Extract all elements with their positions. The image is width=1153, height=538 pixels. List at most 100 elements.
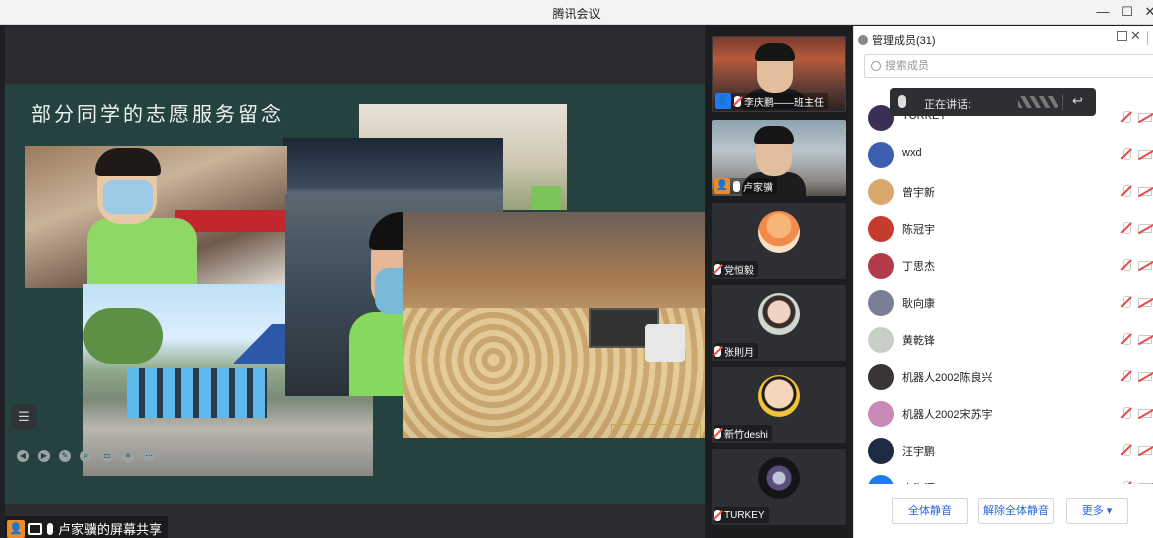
microphone-muted-icon[interactable] [1120, 222, 1132, 236]
microphone-muted-icon [714, 345, 721, 357]
video-tile[interactable]: 新竹deshi [712, 367, 846, 443]
maximize-button[interactable]: ☐ [1116, 2, 1138, 22]
member-search[interactable] [864, 54, 1153, 78]
zoom-icon[interactable]: ⌕ [80, 450, 92, 462]
avatar [868, 327, 894, 353]
video-tile[interactable]: 👤 李庆鹏——班主任 [712, 36, 846, 112]
screen-share-text: 卢家骥的屏幕共享 [58, 522, 163, 537]
microphone-icon [898, 95, 906, 108]
avatar [868, 216, 894, 242]
participant-name: 党恒毅 [724, 265, 754, 277]
microphone-muted-icon[interactable] [1120, 111, 1132, 125]
member-row[interactable]: 机器人2002宋苏宇 [854, 396, 1153, 432]
member-row[interactable]: 丁思杰 [854, 248, 1153, 284]
camera-off-icon[interactable] [1138, 113, 1152, 122]
camera-off-icon[interactable] [1138, 335, 1152, 344]
member-name: 黄乾锋 [902, 335, 935, 347]
video-tile[interactable]: 张則月 [712, 285, 846, 361]
slide-menu-icon[interactable]: ☰ [11, 404, 37, 430]
video-tile[interactable]: TURKEY [712, 449, 846, 525]
member-row[interactable]: 曾宇新 [854, 174, 1153, 210]
member-name: 陈冠宇 [902, 224, 935, 236]
avatar [758, 457, 800, 499]
camera-off-icon[interactable] [1138, 483, 1152, 484]
meeting-window: 腾讯会议 — ☐ ✕ 部分同学的志愿服务留念 ☰ ◀ ▶ ✎ ⌕ ▭ ≡ ⋯ 👤… [0, 0, 1153, 538]
video-tile-label: 党恒毅 [714, 261, 758, 277]
microphone-muted-icon[interactable] [1120, 407, 1132, 421]
popout-icon[interactable] [1117, 31, 1127, 41]
microphone-muted-icon[interactable] [1120, 444, 1132, 458]
prev-slide-icon[interactable]: ◀ [17, 450, 29, 462]
member-name: 耿向康 [902, 298, 935, 310]
microphone-icon [47, 522, 53, 535]
close-button[interactable]: ✕ [1139, 2, 1153, 22]
avatar [868, 401, 894, 427]
member-name: 机器人2002陈良兴 [902, 372, 993, 384]
video-tile-label: TURKEY [714, 507, 769, 523]
members-panel-footer: 全体静音 解除全体静音 更多 ▾ [854, 496, 1153, 526]
more-button[interactable]: 更多 ▾ [1066, 498, 1128, 524]
camera-off-icon[interactable] [1138, 298, 1152, 307]
microphone-muted-icon[interactable] [1120, 481, 1132, 484]
member-row[interactable]: 李海源 [854, 470, 1153, 484]
camera-off-icon[interactable] [1138, 446, 1152, 455]
microphone-muted-icon[interactable] [1120, 296, 1132, 310]
user-icon: 👤 [7, 519, 25, 538]
subtitle-icon[interactable]: ≡ [122, 450, 134, 462]
camera-icon[interactable]: ▭ [101, 450, 113, 462]
book-decoration-icon [611, 424, 701, 438]
video-tile[interactable]: 👤 卢家骥 [712, 120, 846, 196]
minimize-button[interactable]: — [1092, 2, 1114, 22]
participant-name: 张則月 [724, 347, 754, 359]
camera-off-icon[interactable] [1138, 409, 1152, 418]
members-panel-header: 管理成员(31) [854, 26, 1153, 50]
member-row[interactable]: 黄乾锋 [854, 322, 1153, 358]
microphone-muted-icon [714, 263, 721, 275]
avatar [758, 211, 800, 253]
pen-icon[interactable]: ✎ [59, 450, 71, 462]
video-tile[interactable]: 党恒毅 [712, 203, 846, 279]
camera-off-icon[interactable] [1138, 372, 1152, 381]
avatar [868, 364, 894, 390]
avatar [868, 142, 894, 168]
unmute-all-button[interactable]: 解除全体静音 [978, 498, 1054, 524]
member-row[interactable]: 汪宇鹏 [854, 433, 1153, 469]
avatar [758, 293, 800, 335]
participant-name: 卢家骥 [743, 182, 773, 194]
member-row[interactable]: 陈冠宇 [854, 211, 1153, 247]
avatar [868, 253, 894, 279]
member-name: 李海源 [902, 480, 935, 484]
speaking-label: 正在讲话: [924, 99, 972, 111]
microphone-muted-icon[interactable] [1120, 333, 1132, 347]
microphone-muted-icon[interactable] [1120, 370, 1132, 384]
mute-all-button[interactable]: 全体静音 [892, 498, 968, 524]
more-options-icon[interactable]: ⋯ [143, 450, 155, 462]
avatar [868, 438, 894, 464]
participant-name: 新竹deshi [724, 429, 768, 441]
member-name: 丁思杰 [902, 261, 935, 273]
return-icon[interactable]: ↩ [1072, 93, 1083, 109]
search-icon [871, 61, 881, 71]
microphone-muted-icon [714, 427, 721, 439]
close-panel-icon[interactable]: ✕ [1130, 28, 1141, 44]
participant-name: TURKEY [724, 509, 765, 521]
member-row[interactable]: 机器人2002陈良兴 [854, 359, 1153, 395]
camera-off-icon[interactable] [1138, 150, 1152, 159]
camera-off-icon[interactable] [1138, 187, 1152, 196]
microphone-muted-icon[interactable] [1120, 185, 1132, 199]
video-tile-label: 👤 卢家骥 [714, 178, 777, 194]
video-strip: 👤 李庆鹏——班主任 👤 卢家骥 党恒毅 张則月 新竹deshi TURKEY [706, 26, 852, 538]
next-slide-icon[interactable]: ▶ [38, 450, 50, 462]
slide-toolbar: ◀ ▶ ✎ ⌕ ▭ ≡ ⋯ [17, 450, 155, 466]
microphone-muted-icon[interactable] [1120, 259, 1132, 273]
presentation-slide: 部分同学的志愿服务留念 ☰ ◀ ▶ ✎ ⌕ ▭ ≡ ⋯ [5, 84, 705, 504]
camera-off-icon[interactable] [1138, 261, 1152, 270]
shared-screen-stage: 部分同学的志愿服务留念 ☰ ◀ ▶ ✎ ⌕ ▭ ≡ ⋯ 👤 卢家骥的屏幕共享 [5, 26, 705, 538]
camera-off-icon[interactable] [1138, 224, 1152, 233]
member-row[interactable]: 耿向康 [854, 285, 1153, 321]
microphone-muted-icon[interactable] [1120, 148, 1132, 162]
member-row[interactable]: wxd [854, 137, 1153, 173]
title-bar: 腾讯会议 — ☐ ✕ [0, 0, 1153, 25]
search-input[interactable] [885, 60, 1145, 72]
member-name: 曾宇新 [902, 187, 935, 199]
